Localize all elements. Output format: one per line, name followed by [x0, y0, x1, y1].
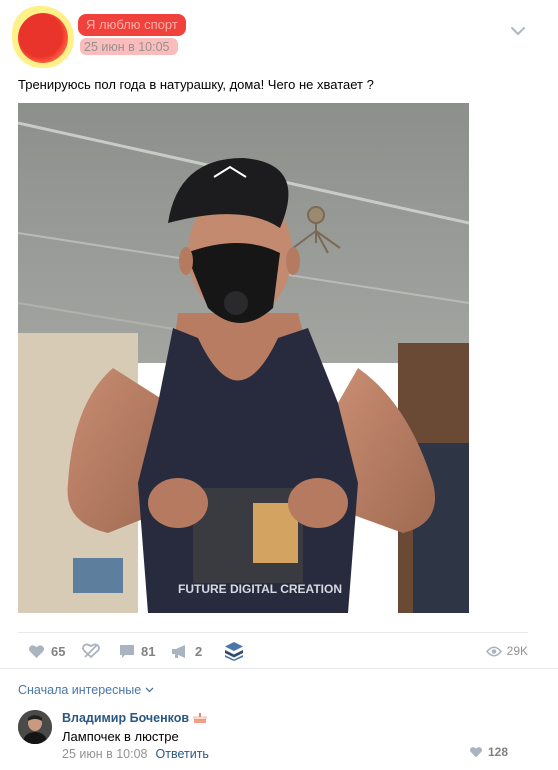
comment-author[interactable]: Владимир Боченков [62, 711, 207, 725]
comment-author-name: Владимир Боченков [62, 711, 190, 725]
photo-illustration: FUTURE DIGITAL CREATION [18, 103, 469, 613]
megaphone-icon [172, 644, 185, 658]
post-card: Я люблю спорт 25 июн в 10:05 Тренируюсь … [0, 0, 558, 770]
reply-button[interactable]: Ответить [156, 747, 209, 761]
reposts-count: 2 [195, 643, 203, 659]
comment-author-avatar[interactable] [18, 710, 52, 744]
views-counter: 29K [485, 636, 528, 666]
chevron-down-icon[interactable] [510, 24, 526, 36]
comment-likes-count: 128 [488, 745, 509, 759]
group-avatar[interactable] [18, 13, 68, 63]
comments-count: 81 [141, 643, 156, 659]
like-button[interactable]: 65 [28, 636, 65, 666]
comment-icon [120, 644, 134, 658]
comments-divider [0, 668, 558, 669]
broken-heart-icon [82, 643, 100, 659]
shirt-print: FUTURE DIGITAL CREATION [178, 582, 342, 596]
comment-date[interactable]: 25 июн в 10:08 [62, 747, 148, 761]
eye-icon [485, 645, 502, 657]
comments-button[interactable]: 81 [119, 636, 155, 666]
post-text: Тренируюсь пол года в натурашку, дома! Ч… [18, 77, 374, 92]
dislike-button[interactable] [82, 636, 100, 666]
comment-meta: 25 июн в 10:08 Ответить [62, 747, 209, 761]
heart-icon [470, 747, 482, 758]
comment-text: Лампочек в люстре [62, 729, 179, 744]
comments-sort-dropdown[interactable]: Сначала интересные [18, 683, 154, 697]
post-actions: 65 81 2 29K [18, 636, 528, 666]
layers-icon [225, 642, 243, 661]
cake-icon [193, 713, 207, 723]
layers-button[interactable] [223, 636, 245, 666]
actions-divider [18, 632, 528, 633]
post-photo[interactable]: FUTURE DIGITAL CREATION [18, 103, 469, 613]
avatar-illustration [18, 710, 52, 744]
heart-icon [29, 644, 44, 658]
likes-count: 65 [51, 643, 66, 659]
post-date[interactable]: 25 июн в 10:05 [84, 40, 170, 54]
group-name[interactable]: Я люблю спорт [78, 14, 186, 36]
share-button[interactable]: 2 [171, 636, 202, 666]
views-count: 29K [506, 644, 528, 658]
comment-like-button[interactable]: 128 [469, 745, 508, 759]
comments-sort-label: Сначала интересные [18, 683, 142, 697]
chevron-down-icon [145, 687, 154, 693]
